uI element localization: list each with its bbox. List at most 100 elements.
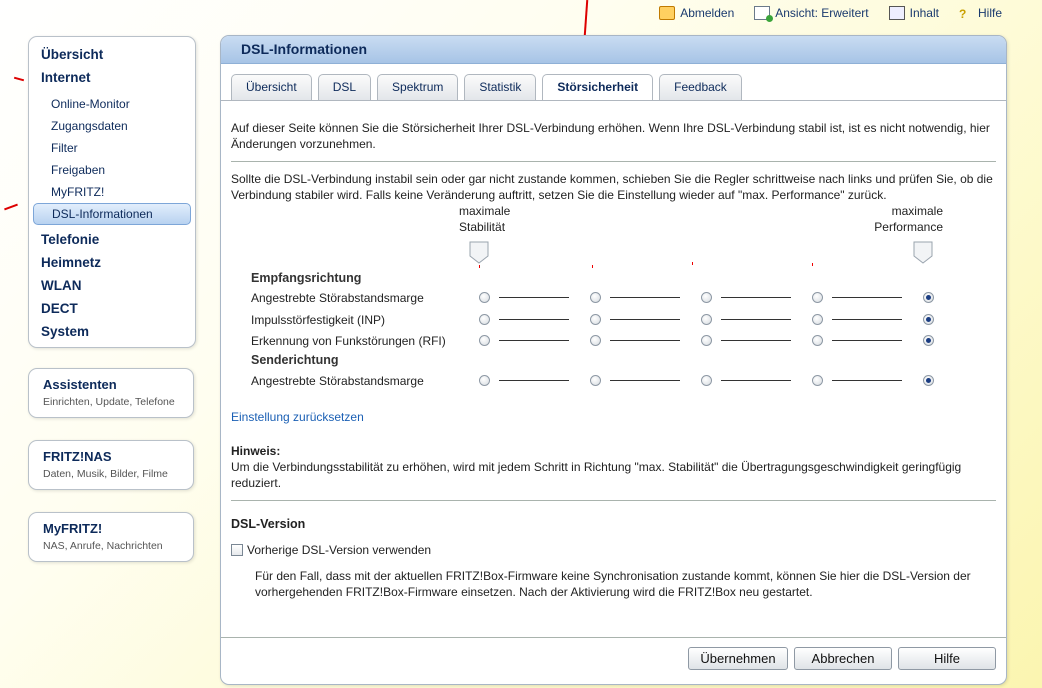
- label-max-stability-line1: maximale: [459, 204, 511, 218]
- divider: [231, 161, 996, 162]
- slider-track-segment: [499, 340, 569, 341]
- myfritz-title[interactable]: MyFRITZ!: [43, 521, 179, 536]
- nav-online-monitor[interactable]: Online-Monitor: [29, 93, 195, 115]
- nav-dect[interactable]: DECT: [29, 297, 195, 320]
- slider-track-segment: [721, 340, 791, 341]
- slider-step-4-radio[interactable]: [812, 375, 823, 386]
- nav-zugangsdaten[interactable]: Zugangsdaten: [29, 115, 195, 137]
- nav-overview[interactable]: Übersicht: [29, 43, 195, 66]
- instructions-text: Sollte die DSL-Verbindung instabil sein …: [231, 172, 993, 202]
- slider-row-label: Angestrebte Störabstandsmarge: [251, 374, 424, 388]
- slider-step-2-radio[interactable]: [590, 375, 601, 386]
- cancel-button[interactable]: Abbrechen: [794, 647, 892, 670]
- nav-dsl-informationen[interactable]: DSL-Informationen: [33, 203, 191, 225]
- tab-stoersicherheit[interactable]: Störsicherheit: [542, 74, 654, 101]
- slider-step-1-radio[interactable]: [479, 314, 490, 325]
- slider-step-1-radio[interactable]: [479, 375, 490, 386]
- hint-title: Hinweis:: [231, 444, 281, 458]
- slider-track-segment: [610, 340, 680, 341]
- help-icon: ?: [958, 7, 967, 21]
- nav-myfritz[interactable]: MyFRITZ!: [29, 181, 195, 203]
- label-max-performance-line1: maximale: [891, 204, 943, 218]
- slider-track-segment: [721, 380, 791, 381]
- tab-feedback[interactable]: Feedback: [659, 74, 742, 100]
- assistants-title[interactable]: Assistenten: [43, 377, 179, 392]
- slider-track-segment: [721, 297, 791, 298]
- myfritz-box[interactable]: MyFRITZ! NAS, Anrufe, Nachrichten: [28, 512, 194, 562]
- stability-pointer-icon: [469, 241, 489, 264]
- slider-step-4-radio[interactable]: [812, 292, 823, 303]
- red-marker: [692, 262, 693, 265]
- divider: [231, 500, 996, 501]
- nav-freigaben[interactable]: Freigaben: [29, 159, 195, 181]
- slider-step-2-radio[interactable]: [590, 292, 601, 303]
- view-mode-label: Ansicht: Erweitert: [775, 6, 869, 20]
- logout-link[interactable]: Abmelden: [659, 6, 734, 20]
- slider-step-5-radio[interactable]: [923, 375, 934, 386]
- help-link[interactable]: ? Hilfe: [958, 6, 1002, 21]
- content-label: Inhalt: [909, 6, 939, 20]
- slider-step-2-radio[interactable]: [590, 314, 601, 325]
- content-link[interactable]: Inhalt: [888, 6, 939, 20]
- slider-step-5-radio[interactable]: [923, 335, 934, 346]
- apply-button[interactable]: Übernehmen: [688, 647, 788, 670]
- group-receive-label: Empfangsrichtung: [251, 271, 362, 285]
- nav-wlan[interactable]: WLAN: [29, 274, 195, 297]
- fritznas-box[interactable]: FRITZ!NAS Daten, Musik, Bilder, Filme: [28, 440, 194, 490]
- slider-row-inp: Impulsstörfestigkeit (INP): [251, 311, 951, 329]
- slider-step-5-radio[interactable]: [923, 292, 934, 303]
- slider-step-3-radio[interactable]: [701, 335, 712, 346]
- slider-row-snr-receive: Angestrebte Störabstandsmarge: [251, 289, 951, 307]
- slider-track-segment: [499, 319, 569, 320]
- assistants-box[interactable]: Assistenten Einrichten, Update, Telefone: [28, 368, 194, 418]
- slider-step-3-radio[interactable]: [701, 314, 712, 325]
- help-button[interactable]: Hilfe: [898, 647, 996, 670]
- tab-statistik[interactable]: Statistik: [464, 74, 537, 100]
- slider-track-segment: [499, 380, 569, 381]
- slider-step-4-radio[interactable]: [812, 335, 823, 346]
- slider-step-4-radio[interactable]: [812, 314, 823, 325]
- slider-row-label: Erkennung von Funkstörungen (RFI): [251, 334, 446, 348]
- slider-step-3-radio[interactable]: [701, 292, 712, 303]
- previous-dsl-version-option[interactable]: Vorherige DSL-Version verwenden: [231, 542, 996, 558]
- slider-track-segment: [832, 297, 902, 298]
- previous-dsl-version-checkbox[interactable]: [231, 544, 243, 556]
- slider-track-segment: [610, 380, 680, 381]
- slider-step-5-radio[interactable]: [923, 314, 934, 325]
- slider-step-1-radio[interactable]: [479, 292, 490, 303]
- red-annotation-mark: [13, 76, 25, 82]
- top-toolbar: Abmelden Ansicht: Erweitert Inhalt ? Hilf…: [659, 6, 1002, 22]
- fritznas-title[interactable]: FRITZ!NAS: [43, 449, 179, 464]
- group-send-direction: Senderichtung: [251, 351, 951, 369]
- logout-label: Abmelden: [680, 6, 735, 20]
- reset-settings-link[interactable]: Einstellung zurücksetzen: [231, 410, 364, 424]
- slider-step-1-radio[interactable]: [479, 335, 490, 346]
- slider-track-segment: [499, 297, 569, 298]
- red-annotation-mark: [583, 0, 589, 37]
- label-max-performance: maximale Performance: [871, 203, 943, 235]
- tab-bar: Übersicht DSL Spektrum Statistik Störsic…: [231, 74, 742, 101]
- nav-heimnetz[interactable]: Heimnetz: [29, 251, 195, 274]
- slider-track-segment: [832, 340, 902, 341]
- nav-internet[interactable]: Internet: [29, 66, 195, 89]
- nav-system[interactable]: System: [29, 320, 195, 343]
- help-label: Hilfe: [977, 6, 1002, 20]
- tab-spektrum[interactable]: Spektrum: [377, 74, 459, 100]
- slider-step-3-radio[interactable]: [701, 375, 712, 386]
- view-mode-link[interactable]: Ansicht: Erweitert: [754, 6, 869, 22]
- red-annotation-mark: [4, 203, 18, 211]
- label-max-stability: maximale Stabilität: [459, 203, 529, 235]
- label-max-stability-line2: Stabilität: [459, 220, 506, 234]
- slider-track-segment: [832, 319, 902, 320]
- tab-uebersicht[interactable]: Übersicht: [231, 74, 312, 100]
- view-icon: [754, 6, 774, 22]
- footer-divider: [221, 637, 1006, 638]
- nav-telefonie[interactable]: Telefonie: [29, 228, 195, 251]
- slider-step-2-radio[interactable]: [590, 335, 601, 346]
- nav-filter[interactable]: Filter: [29, 137, 195, 159]
- tab-dsl[interactable]: DSL: [317, 74, 372, 100]
- previous-dsl-version-label[interactable]: Vorherige DSL-Version verwenden: [247, 542, 431, 558]
- logout-icon: [659, 6, 676, 20]
- tab-content: Auf dieser Seite können Sie die Störsich…: [231, 120, 996, 600]
- main-navigation: Übersicht Internet Online-Monitor Zugang…: [28, 36, 196, 348]
